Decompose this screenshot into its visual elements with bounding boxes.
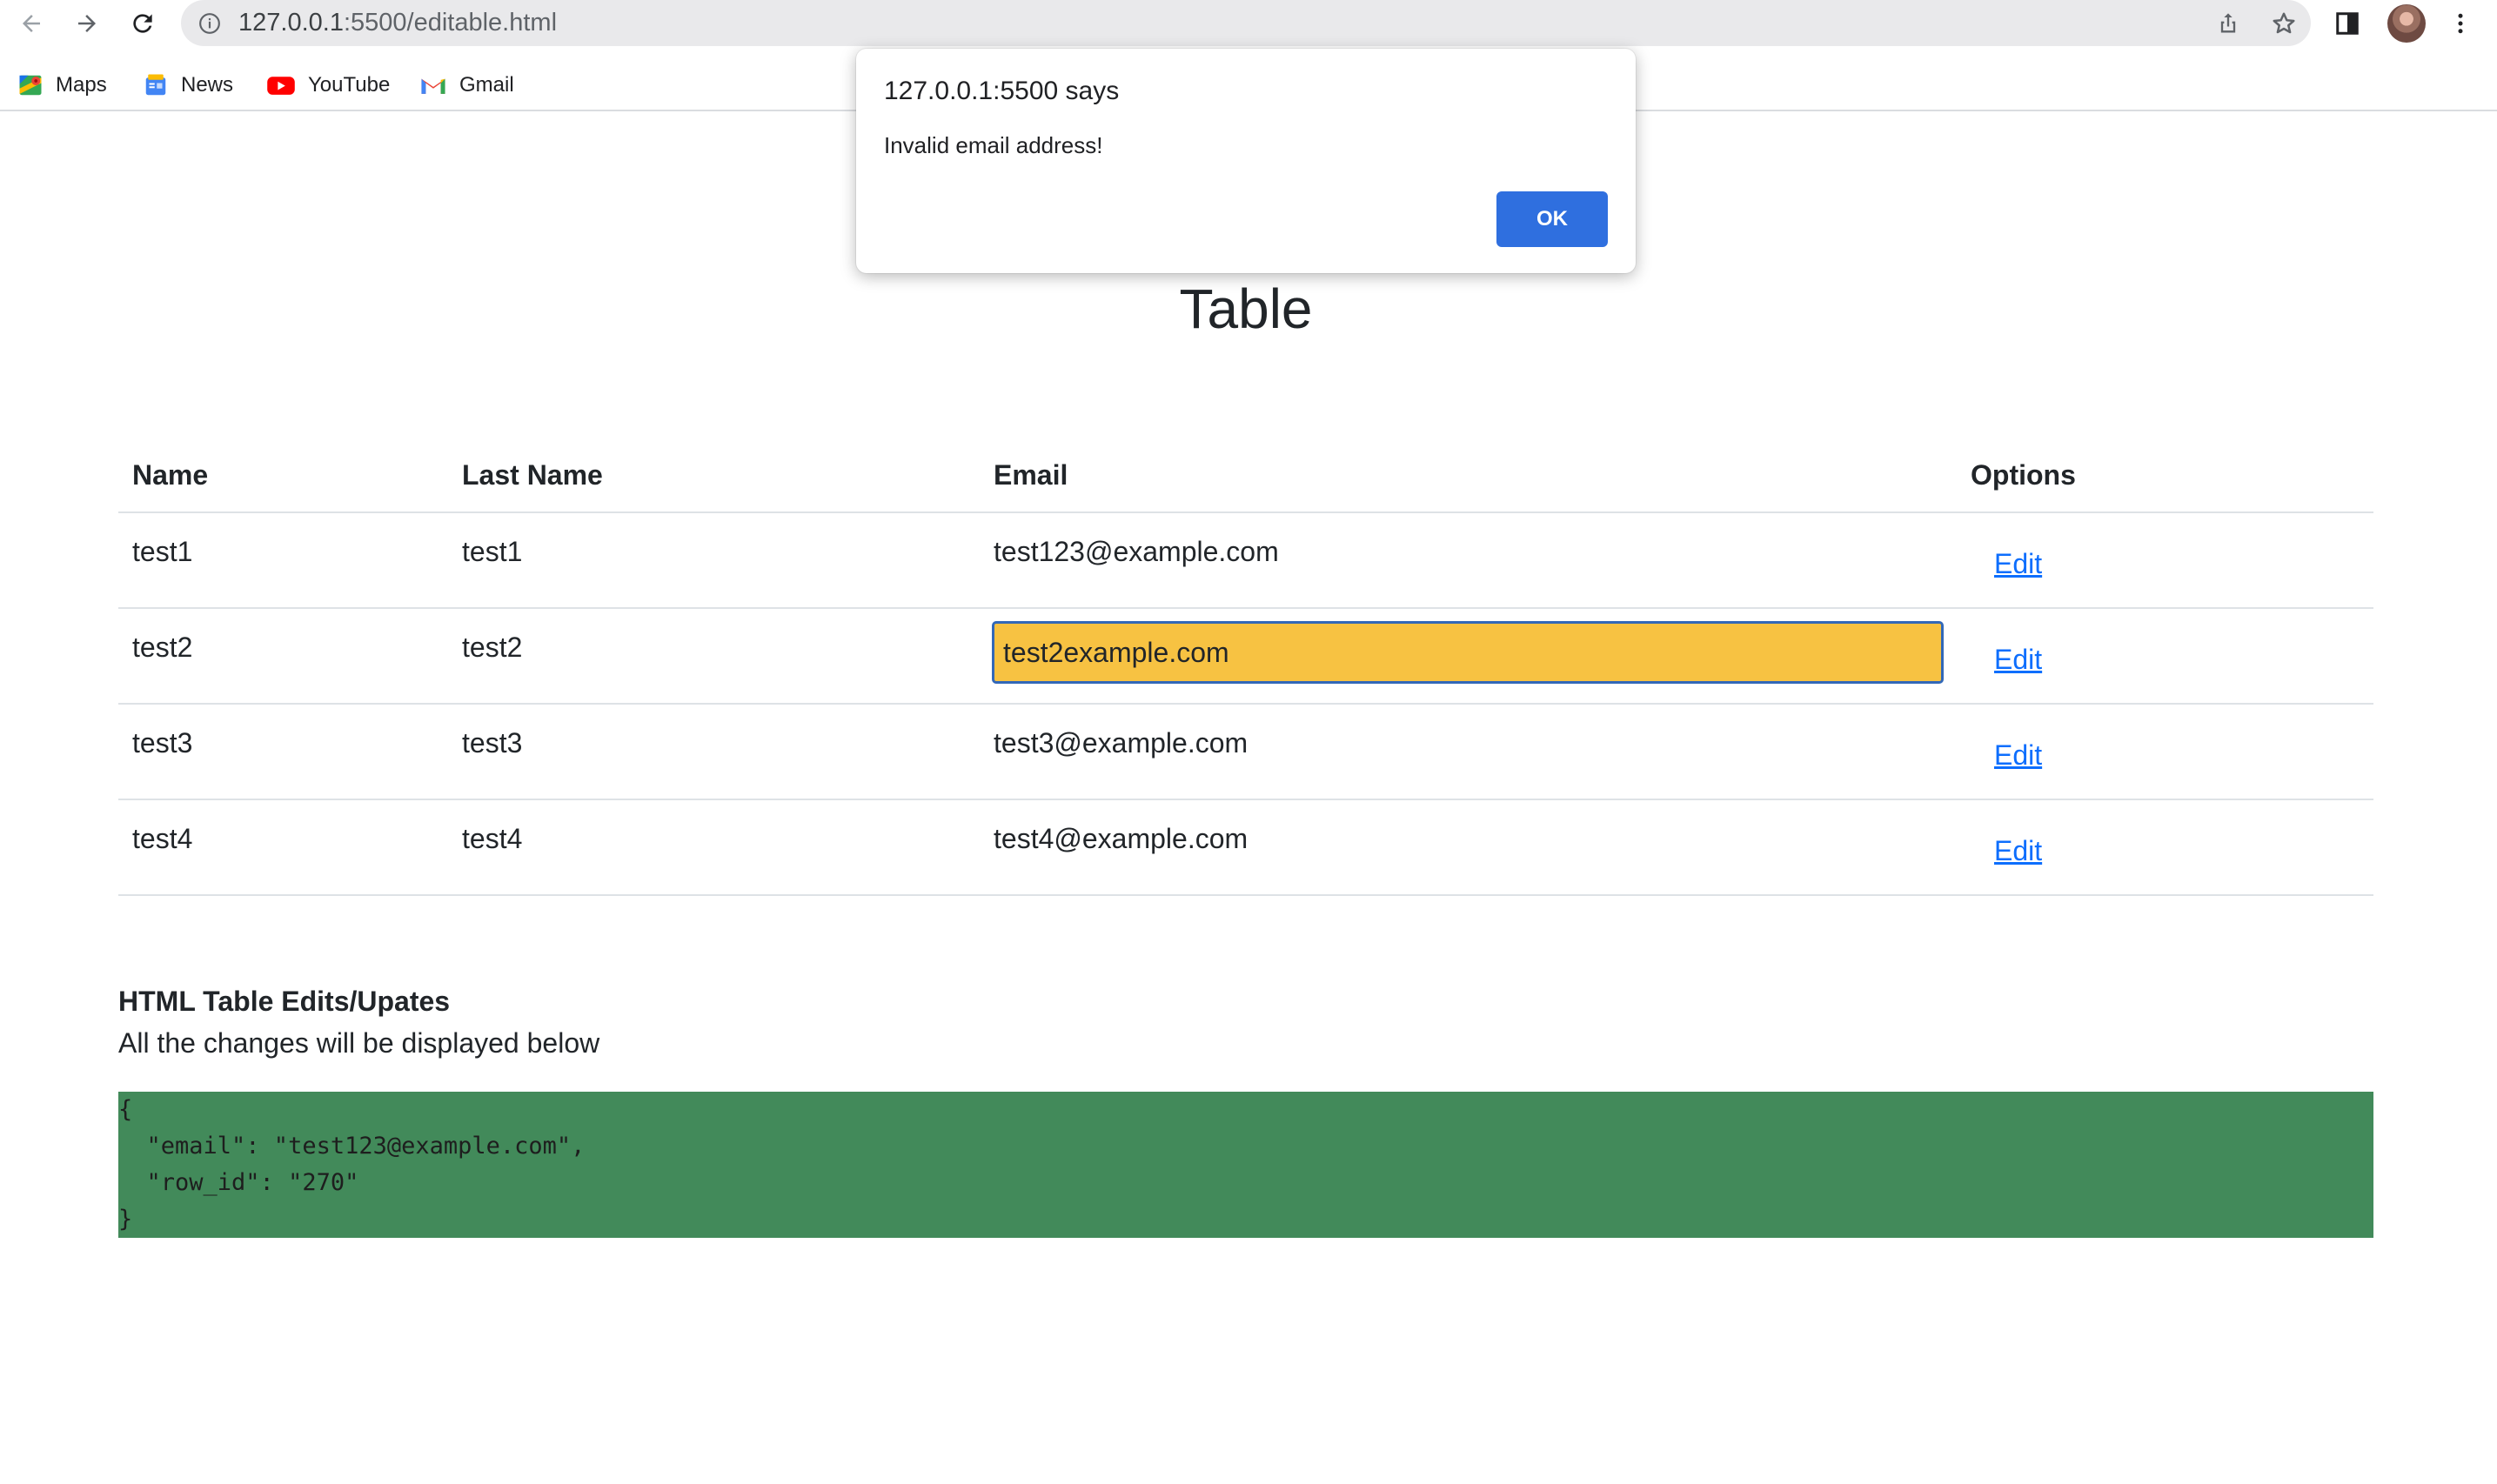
edit-link[interactable]: Edit: [1994, 644, 2042, 676]
address-bar[interactable]: 127.0.0.1:5500/editable.html: [181, 0, 2311, 46]
edits-json-output: { "email": "test123@example.com", "row_i…: [118, 1096, 586, 1233]
url-text: 127.0.0.1:5500/editable.html: [238, 9, 558, 37]
reload-icon: [133, 14, 152, 33]
maps-icon: [19, 75, 42, 96]
header-last-name: Last Name: [462, 459, 603, 491]
youtube-icon: [267, 77, 295, 95]
editable-table: Name Last Name Email Options test1 test1…: [118, 449, 2373, 896]
bookmark-gmail[interactable]: Gmail: [419, 64, 514, 106]
last-name-cell: test3: [462, 727, 523, 759]
table-row: test2 test2 Edit: [118, 609, 2373, 705]
forward-arrow-icon: [78, 15, 96, 32]
side-panel-icon: [2336, 12, 2359, 35]
alert-message: Invalid email address!: [884, 132, 1103, 158]
alert-title: 127.0.0.1:5500 says: [884, 77, 1120, 105]
bookmark-label: Gmail: [459, 73, 514, 97]
bookmark-label: Maps: [56, 73, 107, 97]
news-icon: [145, 74, 166, 96]
header-options: Options: [1971, 459, 2076, 491]
ok-button[interactable]: OK: [1496, 191, 1608, 247]
bookmark-youtube[interactable]: YouTube: [266, 64, 390, 106]
name-cell: test4: [132, 823, 193, 854]
back-button[interactable]: [12, 4, 50, 43]
edit-link[interactable]: Edit: [1994, 548, 2042, 580]
name-cell: test3: [132, 727, 193, 759]
browser-menu-button[interactable]: [2441, 4, 2480, 43]
profile-avatar[interactable]: [2387, 4, 2426, 43]
share-icon: [2220, 13, 2236, 33]
bookmark-label: News: [181, 73, 234, 97]
table-row: test3 test3 test3@example.com Edit: [118, 705, 2373, 800]
email-edit-input[interactable]: [992, 621, 1944, 684]
bookmark-star-button[interactable]: [2267, 7, 2300, 40]
bookmark-news[interactable]: News: [143, 64, 233, 106]
name-cell: test1: [132, 536, 193, 567]
table-header-row: Name Last Name Email Options: [118, 449, 2373, 513]
bookmark-maps[interactable]: Maps: [17, 64, 107, 106]
browser-toolbar: 127.0.0.1:5500/editable.html: [0, 0, 2497, 47]
edits-output-panel: { "email": "test123@example.com", "row_i…: [118, 1092, 2373, 1238]
reload-button[interactable]: [124, 4, 162, 43]
edit-link[interactable]: Edit: [1994, 739, 2042, 772]
back-arrow-icon: [23, 15, 40, 32]
site-info-icon[interactable]: [198, 12, 221, 35]
bookmark-label: YouTube: [308, 73, 391, 97]
gmail-icon: [421, 78, 445, 94]
last-name-cell: test2: [462, 632, 523, 663]
edits-description: All the changes will be displayed below: [118, 1027, 600, 1059]
last-name-cell: test1: [462, 536, 523, 567]
edit-link[interactable]: Edit: [1994, 835, 2042, 867]
email-cell: test3@example.com: [994, 727, 1248, 759]
page-title: Table: [1179, 277, 1313, 340]
email-cell: test123@example.com: [994, 536, 1279, 567]
side-panel-button[interactable]: [2328, 4, 2366, 43]
share-button[interactable]: [2212, 7, 2245, 40]
name-cell: test2: [132, 632, 193, 663]
edits-heading: HTML Table Edits/Upates: [118, 986, 451, 1017]
table-row: test1 test1 test123@example.com Edit: [118, 513, 2373, 609]
alert-dialog: 127.0.0.1:5500 says Invalid email addres…: [856, 49, 1636, 273]
email-cell: test4@example.com: [994, 823, 1248, 854]
star-icon: [2273, 12, 2295, 34]
header-email: Email: [994, 459, 1068, 491]
header-name: Name: [132, 459, 209, 491]
forward-button[interactable]: [68, 4, 106, 43]
more-vert-icon: [2458, 13, 2463, 34]
last-name-cell: test4: [462, 823, 523, 854]
table-row: test4 test4 test4@example.com Edit: [118, 800, 2373, 896]
